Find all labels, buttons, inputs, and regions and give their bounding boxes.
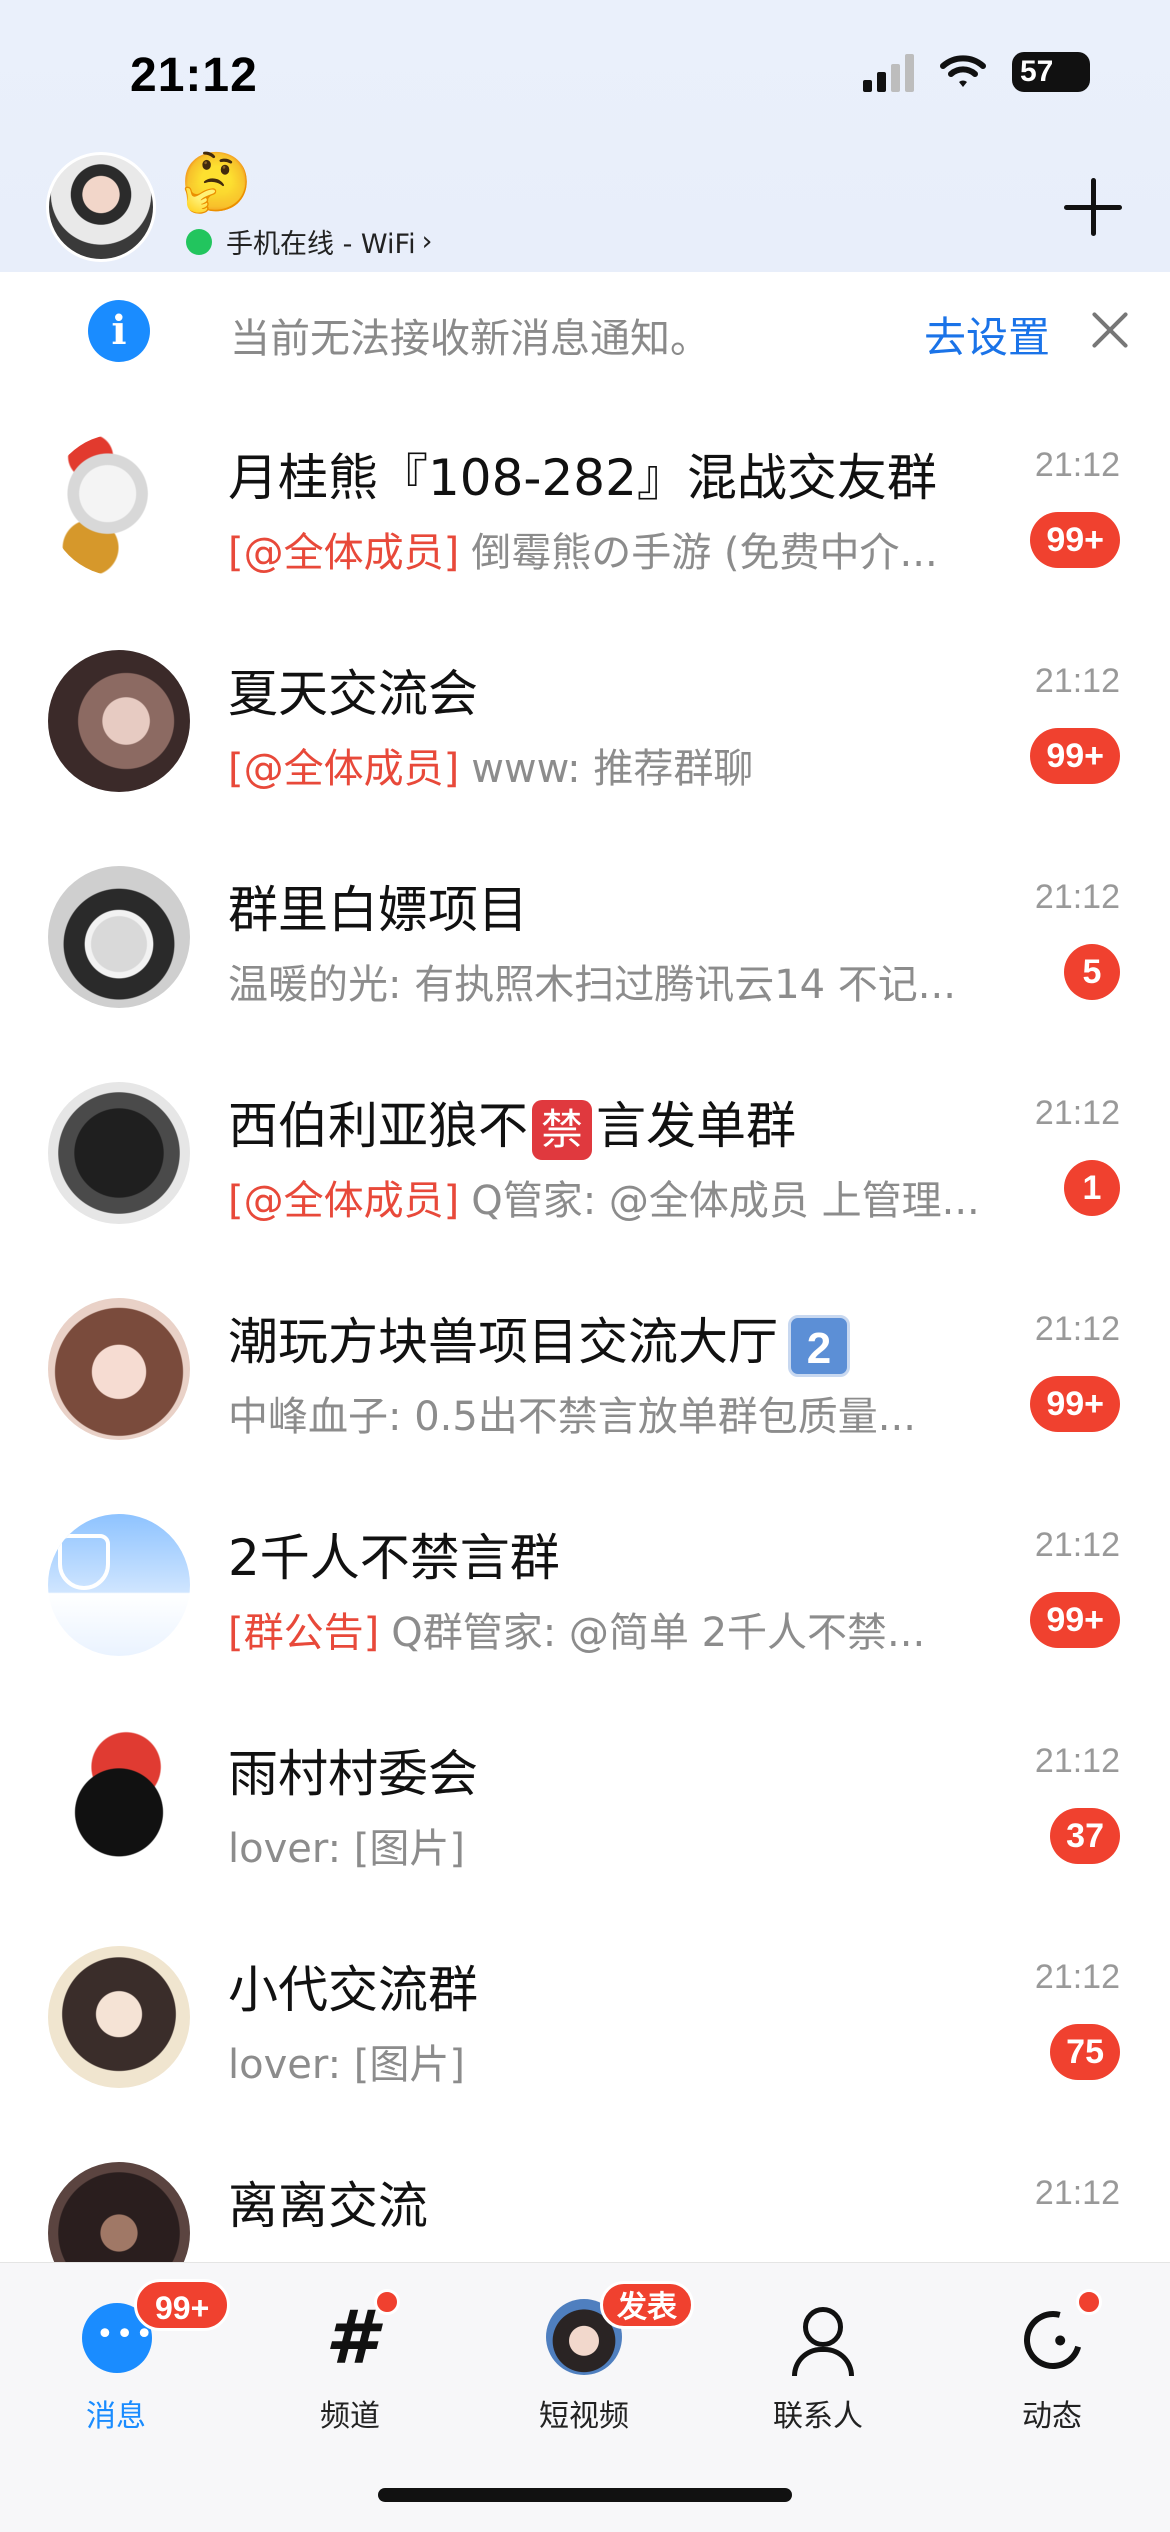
status-icons: 57 [863, 52, 1090, 92]
conversation-name: 夏天交流会 [228, 665, 478, 723]
conversation-item[interactable]: 月桂熊『108-282』混战交友群 [@全体成员] 倒霉熊の手游 (免费中介...… [0, 392, 1170, 608]
conversation-preview: 温暖的光: 有执照木扫过腾讯云14 不记... [228, 962, 956, 1008]
add-button[interactable] [1060, 174, 1126, 240]
conversation-time: 21:12 [1034, 446, 1120, 484]
unread-badge: 99+ [1030, 1592, 1120, 1648]
top-header: 21:12 57 🤔 手机在线 - WiFi › [0, 0, 1170, 272]
conversation-item[interactable]: 雨村村委会 lover: [图片] 21:12 37 [0, 1688, 1170, 1904]
online-dot-icon [186, 228, 212, 255]
notice-text: 当前无法接收新消息通知。 [230, 316, 710, 362]
mood-emoji[interactable]: 🤔 [180, 152, 252, 212]
online-status[interactable]: 手机在线 - WiFi › [186, 222, 432, 261]
conversation-time: 21:12 [1034, 1094, 1120, 1132]
conversation-item[interactable]: 夏天交流会 [@全体成员] www: 推荐群聊 21:12 99+ [0, 608, 1170, 824]
messages-badge: 99+ [134, 2279, 231, 2331]
unread-badge: 5 [1064, 944, 1120, 1000]
unread-badge: 75 [1050, 2024, 1120, 2080]
announcement-tag: [群公告] [228, 1610, 380, 1656]
conversation-preview: lover: [图片] [228, 2042, 466, 2088]
group-avatar [48, 2162, 190, 2262]
home-indicator [378, 2488, 792, 2502]
tab-label: 短视频 [539, 2399, 629, 2434]
conversation-name: 2千人不禁言群 [228, 1529, 560, 1587]
close-icon[interactable] [1088, 308, 1132, 352]
mention-tag: [@全体成员] [228, 746, 460, 792]
conversation-name: 小代交流群 [228, 1961, 478, 2019]
battery-level: 57 [1020, 55, 1054, 88]
tab-short-video[interactable]: 发表 短视频 [494, 2281, 694, 2453]
tab-dynamic[interactable]: 动态 [962, 2283, 1142, 2453]
contacts-person-icon [784, 2303, 854, 2376]
group-avatar [48, 1514, 190, 1656]
group-avatar [48, 434, 190, 576]
conversation-time: 21:12 [1034, 1310, 1120, 1348]
unread-badge: 99+ [1030, 728, 1120, 784]
group-avatar [48, 650, 190, 792]
unread-badge: 99+ [1030, 1376, 1120, 1432]
battery-icon: 57 [1012, 52, 1090, 92]
unread-badge: 1 [1064, 1160, 1120, 1216]
group-avatar [48, 866, 190, 1008]
my-avatar[interactable] [46, 152, 156, 262]
conversation-item[interactable]: 小代交流群 lover: [图片] 21:12 75 [0, 1904, 1170, 2120]
conversation-preview: [群公告] Q群管家: @简单 2千人不禁... [228, 1610, 926, 1656]
mention-tag: [@全体成员] [228, 1178, 460, 1224]
conversation-preview: lover: [图片] [228, 1826, 466, 1872]
tab-contacts[interactable]: 联系人 [728, 2283, 908, 2453]
signal-icon [863, 52, 914, 92]
go-settings-link[interactable]: 去设置 [924, 304, 1050, 365]
unread-badge: 99+ [1030, 512, 1120, 568]
info-icon: i [88, 300, 150, 362]
dynamic-red-dot [1076, 2289, 1102, 2315]
conversation-time: 21:12 [1034, 878, 1120, 916]
tab-label: 联系人 [773, 2399, 863, 2434]
tab-label: 动态 [1022, 2399, 1082, 2434]
conversation-preview: [@全体成员] 倒霉熊の手游 (免费中介... [228, 530, 938, 576]
wifi-icon [940, 55, 986, 87]
conversation-list: 月桂熊『108-282』混战交友群 [@全体成员] 倒霉熊の手游 (免费中介...… [0, 392, 1170, 2262]
conversation-time: 21:12 [1034, 1742, 1120, 1780]
chevron-right-icon: › [421, 226, 433, 257]
post-badge: 发表 [600, 2281, 694, 2329]
conversation-preview: 中峰血子: 0.5出不禁言放单群包质量... [228, 1394, 916, 1440]
conversation-preview: [@全体成员] www: 推荐群聊 [228, 746, 754, 792]
conversation-item[interactable]: 群里白嫖项目 温暖的光: 有执照木扫过腾讯云14 不记... 21:12 5 [0, 824, 1170, 1040]
group-avatar [48, 1946, 190, 2088]
online-status-text: 手机在线 - WiFi [226, 229, 416, 260]
conversation-item[interactable]: 潮玩方块兽项目交流大厅 2 中峰血子: 0.5出不禁言放单群包质量... 21:1… [0, 1256, 1170, 1472]
conversation-name: 离离交流 [228, 2177, 428, 2235]
number-two-icon: 2 [788, 1314, 850, 1377]
conversation-time: 21:12 [1034, 662, 1120, 700]
conversation-item[interactable]: 2千人不禁言群 [群公告] Q群管家: @简单 2千人不禁... 21:12 99… [0, 1472, 1170, 1688]
conversation-name: 雨村村委会 [228, 1745, 478, 1803]
unread-badge: 37 [1050, 1808, 1120, 1864]
shield-icon [58, 1534, 110, 1590]
group-avatar [48, 1082, 190, 1224]
conversation-time: 21:12 [1034, 1526, 1120, 1564]
forbidden-mark-icon: 禁 [532, 1099, 592, 1160]
conversation-item[interactable]: 离离交流 21:12 [0, 2120, 1170, 2262]
tab-label: 消息 [86, 2399, 146, 2434]
tab-channel[interactable]: # 频道 [260, 2283, 440, 2453]
channel-hash-icon: # [325, 2295, 377, 2381]
conversation-item[interactable]: 西伯利亚狼不禁言发单群 [@全体成员] Q管家: @全体成员 上管理... 21:… [0, 1040, 1170, 1256]
conversation-name: 月桂熊『108-282』混战交友群 [228, 449, 937, 507]
conversation-name: 群里白嫖项目 [228, 881, 528, 939]
mention-tag: [@全体成员] [228, 530, 460, 576]
group-avatar [48, 1298, 190, 1440]
status-time: 21:12 [130, 49, 258, 102]
conversation-preview: [@全体成员] Q管家: @全体成员 上管理... [228, 1178, 980, 1224]
conversation-time: 21:12 [1034, 1958, 1120, 1996]
conversation-time: 21:12 [1034, 2174, 1120, 2212]
conversation-name: 西伯利亚狼不禁言发单群 [228, 1086, 796, 1160]
channel-red-dot [374, 2289, 400, 2315]
conversation-name: 潮玩方块兽项目交流大厅 2 [228, 1302, 850, 1377]
tab-messages[interactable]: 99+ 消息 [26, 2279, 231, 2453]
tab-label: 频道 [320, 2399, 380, 2434]
group-avatar [48, 1730, 190, 1872]
